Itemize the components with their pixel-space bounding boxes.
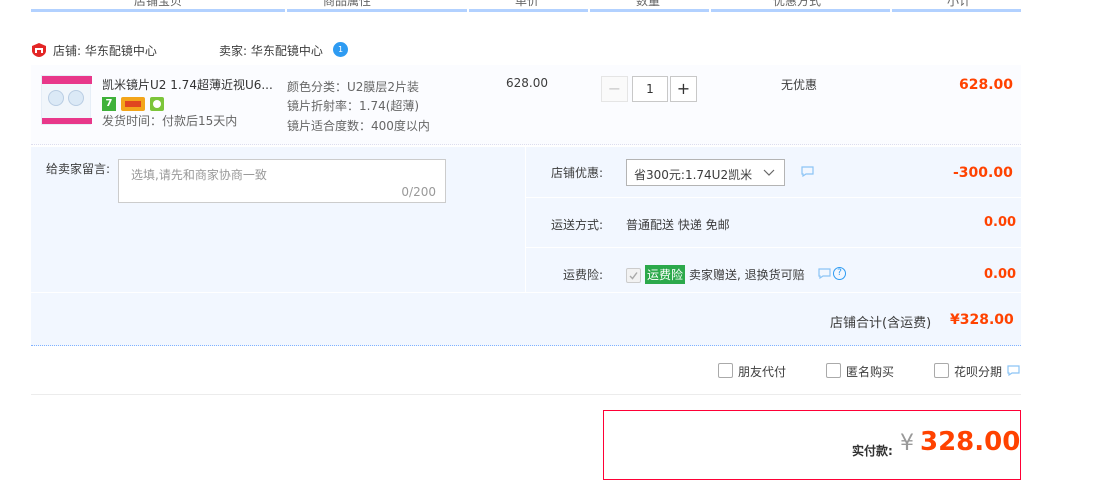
insurance-label: 运费险: (563, 268, 604, 282)
store-discount-selected: 省300元:1.74U2凯米 (634, 168, 753, 182)
unit-price: 628.00 (506, 76, 548, 90)
decrease-qty-button[interactable]: − (601, 76, 628, 102)
chevron-down-icon (763, 169, 775, 176)
attr-refraction: 镜片折射率：1.74(超薄) (287, 99, 420, 113)
seller-name-link[interactable]: 卖家: 华东配镜中心 (219, 42, 323, 59)
shop-info-row: 店铺: 华东配镜中心 卖家: 华东配镜中心 1 (31, 40, 1021, 62)
credit-card-icon[interactable] (121, 97, 145, 111)
anonymous-checkbox[interactable] (826, 363, 841, 378)
column-header-subtotal: 小计 (947, 0, 972, 8)
attr-degree: 镜片适合度数：400度以内 (287, 119, 430, 133)
memo-label: 给卖家留言: (46, 162, 111, 176)
huabei-checkbox[interactable] (934, 363, 949, 378)
insurance-checkbox[interactable] (626, 268, 641, 283)
payment-label: 实付款: (852, 444, 893, 458)
divider (31, 394, 1021, 395)
shop-icon (32, 43, 46, 57)
column-header-item: 店铺宝贝 (134, 0, 183, 8)
order-item-row: 凯米镜片U2 1.74超薄近视U6... 7 发货时间：付款后15天内 颜色分类… (31, 64, 1021, 145)
ship-time-text: 发货时间：付款后15天内 (102, 114, 238, 128)
row-divider (526, 247, 1021, 248)
lens-image (48, 90, 64, 106)
checkmark-icon (629, 272, 638, 280)
memo-textarea[interactable]: 选填,请先和商家协商一致 0/200 (118, 159, 446, 203)
insurance-tag: 运费险 (645, 265, 686, 284)
column-underline (31, 9, 285, 12)
comment-icon[interactable] (801, 166, 814, 177)
comment-icon[interactable] (818, 268, 831, 279)
store-discount-select[interactable]: 省300元:1.74U2凯米 (626, 159, 785, 186)
store-discount-amount: -300.00 (953, 165, 1013, 181)
thumbnail-banner (42, 76, 92, 84)
increase-qty-button[interactable]: + (670, 76, 697, 102)
column-header-attrs: 商品属性 (323, 0, 372, 8)
attr-color: 颜色分类：U2膜层2片装 (287, 80, 420, 94)
shipping-amount: 0.00 (984, 215, 1017, 230)
column-underline (892, 9, 1021, 12)
lens-image (68, 90, 84, 106)
friend-pay-label[interactable]: 朋友代付 (738, 363, 786, 380)
row-divider (526, 197, 1021, 198)
comment-icon[interactable] (1007, 365, 1020, 376)
insurance-text: 卖家赠送, 退换货可赔 (689, 268, 805, 282)
column-underline (711, 9, 890, 12)
quantity-stepper: − 1 + (601, 76, 697, 102)
column-header-price: 单价 (515, 0, 540, 8)
anonymous-label[interactable]: 匿名购买 (846, 363, 894, 380)
insurance-amount: 0.00 (984, 267, 1017, 282)
wangwang-badge-count: 1 (337, 45, 344, 54)
column-header-qty: 数量 (636, 0, 661, 8)
column-header-discount: 优惠方式 (773, 0, 822, 8)
shop-name-link[interactable]: 店铺: 华东配镜中心 (53, 42, 157, 59)
store-total-panel: 店铺合计(含运费) ¥328.00 (31, 293, 1021, 346)
friend-pay-checkbox[interactable] (718, 363, 733, 378)
payment-currency: ¥ (900, 431, 914, 456)
guarantee-icon[interactable] (150, 97, 164, 111)
store-total-label: 店铺合计(含运费) (830, 316, 932, 331)
seven-day-return-icon[interactable]: 7 (102, 97, 116, 111)
column-underline (469, 9, 588, 12)
column-underline (590, 9, 709, 12)
memo-placeholder: 选填,请先和商家协商一致 (131, 168, 267, 182)
item-subtotal: 628.00 (959, 77, 1014, 93)
wangwang-chat-icon[interactable]: 1 (333, 42, 348, 57)
store-total-value: ¥328.00 (950, 312, 1014, 328)
quantity-input[interactable]: 1 (632, 76, 668, 102)
payment-amount: 328.00 (920, 427, 1021, 457)
payment-summary-box: 实付款: ¥ 328.00 (603, 410, 1021, 480)
shipping-method: 普通配送 快递 免邮 (626, 218, 730, 232)
product-thumbnail[interactable] (41, 75, 92, 125)
thumbnail-footer (42, 118, 92, 124)
shipping-label: 运送方式: (551, 218, 604, 232)
store-discount-label: 店铺优惠: (551, 166, 604, 180)
product-title-link[interactable]: 凯米镜片U2 1.74超薄近视U6... (102, 76, 273, 93)
huabei-label[interactable]: 花呗分期 (954, 363, 1002, 380)
column-header-bar: 店铺宝贝 商品属性 单价 数量 优惠方式 小计 (31, 0, 1021, 13)
memo-char-counter: 0/200 (401, 185, 436, 199)
column-underline (287, 9, 467, 12)
help-icon[interactable]: ? (833, 267, 846, 280)
discount-method: 无优惠 (781, 78, 818, 92)
